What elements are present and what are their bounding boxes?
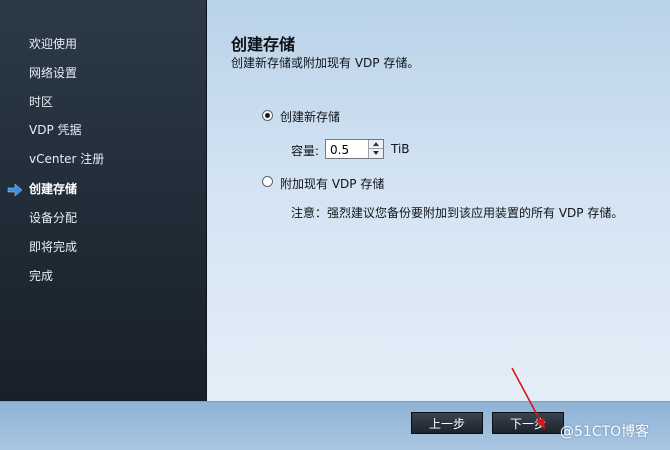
capacity-unit: TiB [391,142,410,156]
page-subtitle: 创建新存储或附加现有 VDP 存储。 [231,56,420,70]
create-new-storage-radio[interactable] [262,110,273,121]
watermark: @51CTO博客 [560,424,650,440]
step-welcome[interactable]: 欢迎使用 [29,34,77,54]
step-vcenter-registration[interactable]: vCenter 注册 [29,149,104,169]
capacity-input[interactable] [330,143,366,157]
create-new-storage-label[interactable]: 创建新存储 [280,108,340,125]
step-create-storage[interactable]: 创建存储 [29,179,77,199]
red-annotation-arrow-icon [511,367,545,430]
step-vdp-credentials[interactable]: VDP 凭据 [29,120,82,140]
capacity-stepper[interactable] [325,139,384,159]
arrow-right-icon [7,183,23,197]
step-device-allocation[interactable]: 设备分配 [29,208,77,228]
step-complete[interactable]: 完成 [29,266,53,286]
back-button[interactable]: 上一步 [411,412,483,434]
page-title: 创建存储 [231,35,296,54]
step-timezone[interactable]: 时区 [29,92,53,112]
attach-storage-note: 注意：强烈建议您备份要附加到该应用装置的所有 VDP 存储。 [291,206,624,220]
attach-existing-storage-radio[interactable] [262,176,273,187]
capacity-decrement-button[interactable] [368,149,383,158]
capacity-increment-button[interactable] [368,140,383,149]
capacity-label: 容量: [291,144,320,158]
attach-existing-storage-label[interactable]: 附加现有 VDP 存储 [280,175,384,192]
step-network-settings[interactable]: 网络设置 [29,63,77,83]
wizard-steps-sidebar: 欢迎使用 网络设置 时区 VDP 凭据 vCenter 注册 创建存储 设备分配… [0,0,207,401]
step-ready-to-complete[interactable]: 即将完成 [29,237,77,257]
